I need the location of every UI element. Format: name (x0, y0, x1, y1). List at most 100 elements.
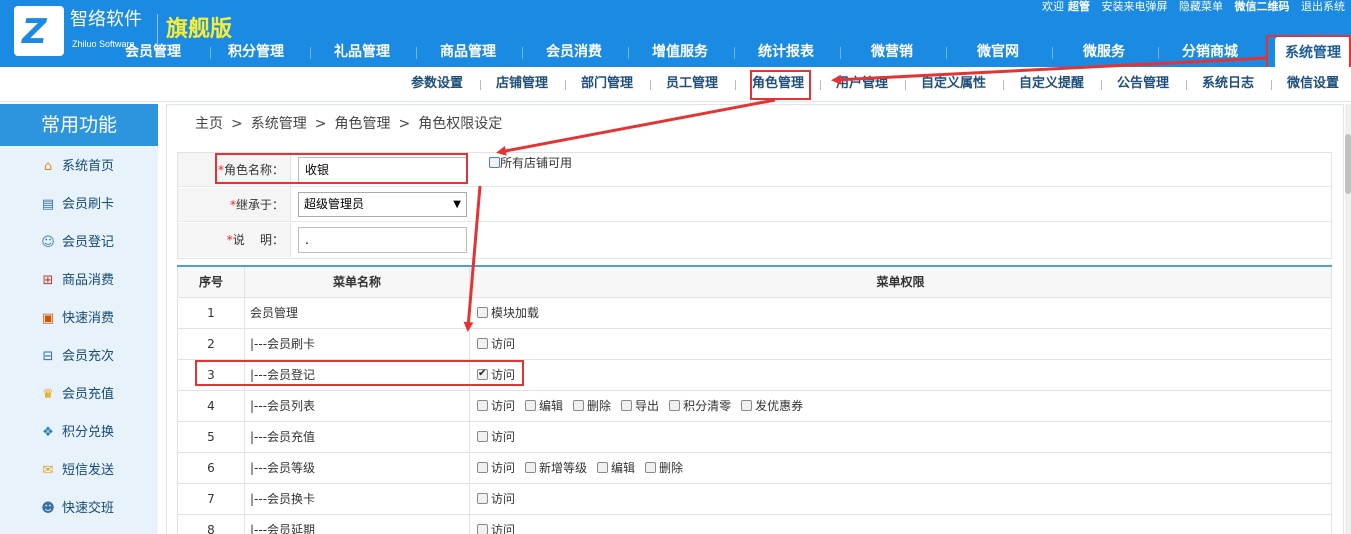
permission-option[interactable]: 模块加载 (477, 298, 539, 328)
permission-checkbox[interactable] (477, 524, 488, 534)
permission-checkbox[interactable] (477, 307, 488, 318)
subnav-shops[interactable]: 店铺管理 (496, 67, 548, 102)
permission-checkbox[interactable] (573, 400, 585, 411)
sidebar-item-member-recharge-times[interactable]: ⊟ 会员充次 (0, 338, 158, 376)
sidebar-item-goods-consume[interactable]: ⊞ 商品消费 (0, 262, 158, 300)
desc-input[interactable]: . (298, 227, 467, 253)
highlight-subnav-roles (750, 70, 811, 100)
row-number: 8 (178, 515, 245, 534)
permission-option[interactable]: 编辑 (525, 391, 563, 421)
form-row-inherit: *继承于： 超级管理员 ▼ (178, 188, 1331, 222)
breadcrumb-home[interactable]: 主页 (195, 116, 223, 132)
permission-option[interactable]: 访问 (477, 422, 515, 452)
sidebar-item-label: 会员刷卡 (62, 197, 115, 212)
permission-checkbox[interactable] (477, 338, 488, 349)
form-label-cell: *继承于： (178, 188, 291, 221)
permission-checkbox[interactable] (477, 431, 488, 442)
nav-goods[interactable]: 商品管理 (415, 37, 521, 67)
sidebar-item-card-swipe[interactable]: ▤ 会员刷卡 (0, 186, 158, 224)
table-row: 7 |---会员换卡 访问 (177, 484, 1332, 515)
subnav-staff[interactable]: 员工管理 (666, 67, 718, 102)
logout-link[interactable]: 退出系统 (1301, 0, 1345, 13)
sidebar-item-sms[interactable]: ✉ 短信发送 (0, 452, 158, 490)
nav-gifts[interactable]: 礼品管理 (309, 37, 415, 67)
permission-checkbox[interactable] (525, 462, 537, 473)
envelope-icon: ✉ (42, 463, 54, 478)
sidebar-item-member-recharge[interactable]: ♛ 会员充值 (0, 376, 158, 414)
menu-name: |---会员等级 (245, 453, 470, 483)
sidebar-item-quick-consume[interactable]: ▣ 快速消费 (0, 300, 158, 338)
subnav-custom-reminders[interactable]: 自定义提醒 (1019, 67, 1084, 102)
menu-permissions: 访问 (470, 360, 1331, 390)
menu-permissions: 访问 (470, 515, 1331, 534)
permission-option[interactable]: 发优惠券 (741, 391, 803, 421)
nav-points[interactable]: 积分管理 (203, 37, 309, 67)
nav-distribution-mall[interactable]: 分销商城 (1157, 37, 1263, 67)
permission-option[interactable]: 删除 (573, 391, 611, 421)
nav-wechat-site[interactable]: 微官网 (945, 37, 1051, 67)
sidebar-item-member-register[interactable]: ☺ 会员登记 (0, 224, 158, 262)
subnav-wechat-settings[interactable]: 微信设置 (1287, 67, 1339, 102)
permission-checkbox[interactable] (597, 462, 609, 473)
table-row: 8 |---会员延期 访问 (177, 515, 1332, 534)
subnav-departments[interactable]: 部门管理 (581, 67, 633, 102)
row-number: 1 (178, 298, 245, 328)
permission-checkbox[interactable] (621, 400, 633, 411)
permission-option[interactable]: 访问 (477, 453, 515, 483)
permission-checkbox[interactable] (645, 462, 657, 473)
wechat-qr-link[interactable]: 微信二维码 (1235, 0, 1290, 13)
permission-checkbox[interactable] (741, 400, 753, 411)
permission-checkbox[interactable] (477, 462, 488, 473)
scrollbar-thumb[interactable] (1345, 134, 1351, 194)
permission-option[interactable]: 导出 (621, 391, 659, 421)
breadcrumb-roles[interactable]: 角色管理 (334, 116, 390, 132)
home-icon: ⌂ (43, 159, 53, 174)
permission-option[interactable]: 删除 (645, 453, 683, 483)
permission-option[interactable]: 编辑 (597, 453, 635, 483)
permission-option[interactable]: 访问 (477, 391, 515, 421)
breadcrumb-current: 角色权限设定 (418, 116, 503, 132)
subnav-logs[interactable]: 系统日志 (1202, 67, 1254, 102)
menu-name: 会员管理 (245, 298, 470, 328)
sidebar-item-shift[interactable]: ☻ 快速交班 (0, 490, 158, 528)
all-shops-option[interactable]: 所有店铺可用 (489, 156, 572, 170)
sidebar-item-points-exchange[interactable]: ❖ 积分兑换 (0, 414, 158, 452)
nav-wechat-service[interactable]: 微服务 (1051, 37, 1157, 67)
permission-checkbox[interactable] (477, 493, 488, 504)
brand-name: 智络软件 (70, 9, 142, 30)
permission-option[interactable]: 积分清零 (669, 391, 731, 421)
all-shops-checkbox[interactable] (489, 157, 500, 168)
nav-reports[interactable]: 统计报表 (733, 37, 839, 67)
subnav-users[interactable]: 用户管理 (836, 67, 888, 102)
permission-checkbox[interactable] (477, 400, 488, 411)
subnav-divider (1101, 80, 1102, 90)
permission-option[interactable]: 访问 (477, 329, 515, 359)
row-number: 5 (178, 422, 245, 452)
row-number: 4 (178, 391, 245, 421)
install-popup-link[interactable]: 安装来电弹屏 (1102, 0, 1168, 13)
top-header: Z 智络软件 Zhiluo Software 旗舰版 欢迎 超管 安装来电弹屏 隐… (0, 0, 1351, 67)
nav-value-added[interactable]: 增值服务 (627, 37, 733, 67)
nav-member[interactable]: 会员管理 (97, 37, 209, 67)
subnav-custom-attrs[interactable]: 自定义属性 (921, 67, 986, 102)
permission-option[interactable]: 新增等级 (525, 453, 587, 483)
menu-permissions: 访问 编辑 删除 导出 积分清零 发优惠券 (470, 391, 1331, 421)
crown-icon: ♛ (42, 387, 54, 402)
subnav-params[interactable]: 参数设置 (411, 67, 463, 102)
inherit-select[interactable]: 超级管理员 ▼ (298, 192, 467, 217)
permission-checkbox[interactable] (525, 400, 537, 411)
permission-option[interactable]: 访问 (477, 515, 515, 534)
subnav-divider (650, 80, 651, 90)
sidebar-item-label: 短信发送 (62, 463, 115, 478)
nav-wechat-marketing[interactable]: 微营销 (839, 37, 945, 67)
subnav-notices[interactable]: 公告管理 (1117, 67, 1169, 102)
scrollbar[interactable] (1345, 104, 1351, 534)
permission-option[interactable]: 访问 (477, 484, 515, 514)
highlight-nav-system (1266, 35, 1351, 69)
permission-checkbox[interactable] (669, 400, 681, 411)
breadcrumb-system[interactable]: 系统管理 (251, 116, 307, 132)
sidebar-item-home[interactable]: ⌂ 系统首页 (0, 148, 158, 186)
chart-icon: ▣ (41, 311, 55, 326)
nav-consume[interactable]: 会员消费 (521, 37, 627, 67)
hide-menu-link[interactable]: 隐藏菜单 (1179, 0, 1223, 13)
